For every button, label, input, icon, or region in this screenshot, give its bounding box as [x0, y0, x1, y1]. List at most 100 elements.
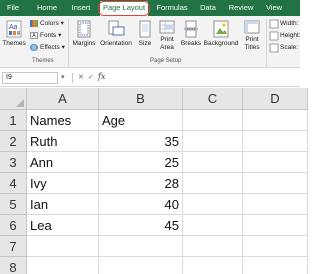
name-box-dropdown-icon[interactable]: ▾	[61, 73, 65, 81]
column-header-c[interactable]: C	[183, 88, 243, 110]
worksheet-grid: A B C D 1 2 3 4 5 6 7 8 Names Age Ruth 3…	[0, 88, 308, 274]
cell-a8[interactable]	[27, 257, 99, 274]
tab-data[interactable]: Data	[196, 0, 220, 16]
cell-a5[interactable]: Ian	[27, 194, 99, 215]
cell-c7[interactable]	[183, 236, 243, 257]
cell-b8[interactable]	[99, 257, 183, 274]
row-header-2[interactable]: 2	[0, 131, 27, 152]
orientation-icon	[108, 20, 125, 36]
background-button[interactable]: Background	[202, 20, 240, 47]
tab-insert[interactable]: Insert	[66, 0, 96, 16]
scale-to-fit-icons	[269, 19, 279, 53]
group-label-page-setup: Page Setup	[150, 58, 182, 64]
cell-c1[interactable]	[183, 110, 243, 131]
margins-icon	[77, 20, 91, 38]
themes-button[interactable]: Aa Themes	[2, 20, 26, 47]
height-control[interactable]: Height:	[280, 30, 301, 41]
group-separator	[266, 19, 267, 66]
cell-a1[interactable]: Names	[27, 110, 99, 131]
breaks-icon	[184, 20, 198, 38]
print-area-icon	[159, 20, 175, 34]
breaks-label: Breaks	[180, 40, 202, 47]
cell-c3[interactable]	[183, 152, 243, 173]
cell-c8[interactable]	[183, 257, 243, 274]
name-box[interactable]: I9	[2, 72, 58, 84]
background-label: Background	[203, 40, 239, 47]
cancel-icon[interactable]: ✕	[78, 73, 84, 81]
formula-bar: I9 ▾ ✕ ✓ fx	[0, 69, 300, 87]
enter-icon[interactable]: ✓	[88, 73, 94, 81]
chevron-down-icon: ▾	[60, 20, 64, 27]
insert-function-button[interactable]: fx	[98, 72, 105, 81]
formula-bar-separator	[72, 73, 73, 83]
cell-d5[interactable]	[243, 194, 308, 215]
effects-label: Effects	[40, 44, 60, 51]
tab-review[interactable]: Review	[226, 0, 256, 16]
effects-button[interactable]: Effects ▾	[30, 42, 65, 53]
column-header-d[interactable]: D	[243, 88, 308, 110]
cell-c2[interactable]	[183, 131, 243, 152]
row-header-1[interactable]: 1	[0, 110, 27, 131]
cell-d7[interactable]	[243, 236, 308, 257]
cell-c4[interactable]	[183, 173, 243, 194]
cell-d1[interactable]	[243, 110, 308, 131]
width-control[interactable]: Width:	[280, 18, 298, 29]
cell-d3[interactable]	[243, 152, 308, 173]
scale-label: Scale:	[280, 44, 299, 51]
tab-formulas[interactable]: Formulas	[153, 0, 191, 16]
chevron-down-icon: ▾	[61, 44, 65, 51]
ribbon: Aa Themes Colors ▾ A Fonts ▾ Effects ▾ Th…	[0, 16, 301, 68]
colors-icon	[30, 19, 38, 27]
row-header-8[interactable]: 8	[0, 257, 27, 274]
cell-b2[interactable]: 35	[99, 131, 183, 152]
tab-view[interactable]: View	[262, 0, 286, 16]
column-header-b[interactable]: B	[99, 88, 183, 110]
scale-control[interactable]: Scale:	[280, 42, 298, 53]
orientation-button[interactable]: Orientation	[97, 20, 135, 47]
cell-a6[interactable]: Lea	[27, 215, 99, 236]
cell-d2[interactable]	[243, 131, 308, 152]
effects-icon	[30, 43, 38, 51]
size-button[interactable]: Size	[136, 20, 154, 47]
cell-d6[interactable]	[243, 215, 308, 236]
row-header-4[interactable]: 4	[0, 173, 27, 194]
chevron-down-icon: ▾	[58, 32, 62, 39]
margins-label: Margins	[72, 40, 96, 47]
width-label: Width:	[280, 20, 299, 27]
colors-button[interactable]: Colors ▾	[30, 18, 64, 29]
height-label: Height:	[280, 32, 301, 39]
margins-button[interactable]: Margins	[71, 20, 97, 47]
fonts-label: Fonts	[40, 32, 57, 39]
cell-b7[interactable]	[99, 236, 183, 257]
cell-b1[interactable]: Age	[99, 110, 183, 131]
cell-a3[interactable]: Ann	[27, 152, 99, 173]
cell-b6[interactable]: 45	[99, 215, 183, 236]
row-header-6[interactable]: 6	[0, 215, 27, 236]
cell-b3[interactable]: 25	[99, 152, 183, 173]
column-header-a[interactable]: A	[27, 88, 99, 110]
cell-c6[interactable]	[183, 215, 243, 236]
row-header-7[interactable]: 7	[0, 236, 27, 257]
svg-text:Aa: Aa	[9, 24, 18, 31]
select-all-triangle-icon	[16, 99, 24, 107]
cell-a7[interactable]	[27, 236, 99, 257]
print-titles-button[interactable]: Print Titles	[241, 20, 263, 52]
cell-d8[interactable]	[243, 257, 308, 274]
cell-d4[interactable]	[243, 173, 308, 194]
tab-home[interactable]: Home	[33, 0, 61, 16]
themes-icon: Aa	[6, 20, 22, 38]
fonts-button[interactable]: A Fonts ▾	[30, 30, 61, 41]
tab-file[interactable]: File	[2, 0, 24, 16]
cell-c5[interactable]	[183, 194, 243, 215]
tab-page-layout[interactable]: Page Layout	[100, 1, 148, 16]
row-header-5[interactable]: 5	[0, 194, 27, 215]
breaks-button[interactable]: Breaks	[180, 20, 202, 47]
cell-b4[interactable]: 28	[99, 173, 183, 194]
cell-b5[interactable]: 40	[99, 194, 183, 215]
cell-a4[interactable]: Ivy	[27, 173, 99, 194]
print-area-button[interactable]: Print Area	[155, 20, 179, 52]
print-titles-label: Print Titles	[244, 36, 260, 51]
cell-a2[interactable]: Ruth	[27, 131, 99, 152]
row-header-3[interactable]: 3	[0, 152, 27, 173]
select-all-button[interactable]	[0, 88, 27, 110]
